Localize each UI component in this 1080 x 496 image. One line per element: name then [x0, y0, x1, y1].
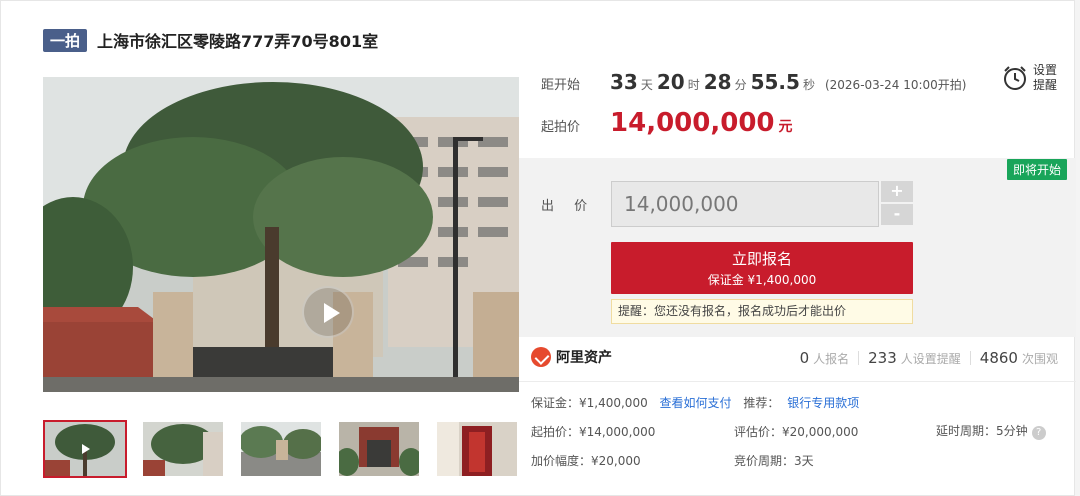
signup-deposit: 保证金 ¥1,400,000 [707, 273, 817, 287]
recommend-label: 推荐： [743, 396, 780, 410]
signup-count: 0 [799, 349, 810, 367]
property-title: 上海市徐汇区零陵路777弄70号801室 [97, 32, 379, 51]
info-starting-price: 起拍价：¥14,000,000 [531, 425, 656, 439]
thumbnail-1[interactable] [43, 420, 127, 478]
signup-notice: 提醒：您还没有报名，报名成功后才能出价 [611, 299, 913, 324]
thumbnail-image [143, 422, 223, 476]
signup-button[interactable]: 立即报名 保证金 ¥1,400,000 [611, 242, 913, 294]
countdown-days-unit: 天 [640, 78, 653, 92]
view-count: 4860 [979, 349, 1018, 367]
stats-divider [858, 351, 860, 365]
countdown-seconds: 55.5 [750, 70, 800, 94]
delay-period-text: 延时周期：5分钟 [936, 424, 1028, 438]
bid-amount-input[interactable]: 14,000,000 [611, 181, 879, 227]
starting-price-row: 起拍价 14,000,000 元 [541, 108, 793, 138]
view-count-label: 次围观 [1021, 352, 1058, 366]
auction-card: 一拍 上海市徐汇区零陵路777弄70号801室 距开始 33 天 20 时 28… [0, 0, 1076, 496]
how-to-pay-link[interactable]: 查看如何支付 [660, 396, 732, 410]
increase-bid-button[interactable]: + [881, 181, 913, 202]
thumbnail-2[interactable] [141, 420, 225, 478]
thumbnail-image [437, 422, 517, 476]
reminder-count-label: 人设置提醒 [900, 352, 961, 366]
bid-stepper: + - [881, 181, 913, 227]
title-row: 一拍 上海市徐汇区零陵路777弄70号801室 [43, 28, 378, 52]
countdown-seconds-unit: 秒 [802, 78, 815, 92]
info-delay-period: 延时周期：5分钟? [936, 422, 1046, 440]
reminder-count: 233 [868, 349, 897, 367]
main-property-photo[interactable] [43, 77, 519, 392]
info-bid-cycle: 竞价周期：3天 [734, 454, 814, 468]
thumbnail-image [339, 422, 419, 476]
auction-stats: 0 人报名 233 人设置提醒 4860 次围观 [800, 349, 1058, 367]
property-photo-illustration [43, 77, 519, 392]
thumbnail-4[interactable] [337, 420, 421, 478]
bid-panel: 即将开始 出 价 14,000,000 + - 立即报名 保证金 ¥1,400,… [519, 158, 1076, 337]
section-divider [519, 381, 1076, 382]
countdown-minutes-unit: 分 [734, 78, 747, 92]
starting-price-unit: 元 [778, 119, 793, 135]
starting-price-label: 起拍价 [541, 120, 581, 135]
platform-name: 阿里资产 [556, 350, 612, 366]
signup-count-label: 人报名 [813, 352, 850, 366]
recommend-link[interactable]: 银行专用款项 [787, 396, 859, 410]
countdown-hours-unit: 时 [687, 78, 700, 92]
deposit-info: 保证金：¥1,400,000 [531, 396, 648, 410]
info-increment: 加价幅度：¥20,000 [531, 454, 641, 468]
starting-price-value: 14,000,000 [610, 108, 775, 138]
auction-round-tag: 一拍 [43, 28, 88, 52]
status-badge: 即将开始 [1007, 159, 1068, 180]
countdown-row: 距开始 33 天 20 时 28 分 55.5 秒 (2026-03-24 10… [541, 70, 966, 94]
set-reminder-button[interactable]: 设置提醒 [1003, 63, 1059, 93]
platform-brand[interactable]: 阿里资产 [531, 347, 612, 367]
deposit-row: 保证金：¥1,400,000 查看如何支付 推荐： 银行专用款项 [531, 394, 859, 411]
stats-divider [969, 351, 971, 365]
thumbnail-5[interactable] [435, 420, 519, 478]
ali-assets-logo-icon [531, 347, 551, 367]
info-appraisal-price: 评估价：¥20,000,000 [734, 425, 859, 439]
countdown-days: 33 [610, 70, 638, 94]
help-icon[interactable]: ? [1031, 426, 1046, 440]
thumbnail-image [241, 422, 321, 476]
countdown-hours: 20 [656, 70, 685, 94]
thumbnail-image [45, 422, 125, 476]
countdown-minutes: 28 [703, 70, 732, 94]
thumbnail-3[interactable] [239, 420, 323, 478]
bid-label: 出 价 [541, 199, 596, 214]
start-time-note: (2026-03-24 10:00开拍) [824, 78, 967, 92]
set-reminder-label: 设置提醒 [1033, 63, 1058, 92]
thumbnail-strip [43, 420, 519, 478]
signup-title: 立即报名 [731, 250, 792, 268]
countdown-label: 距开始 [541, 78, 581, 93]
play-video-button[interactable] [302, 286, 354, 338]
decrease-bid-button[interactable]: - [881, 204, 913, 225]
alarm-clock-icon [1004, 66, 1026, 90]
